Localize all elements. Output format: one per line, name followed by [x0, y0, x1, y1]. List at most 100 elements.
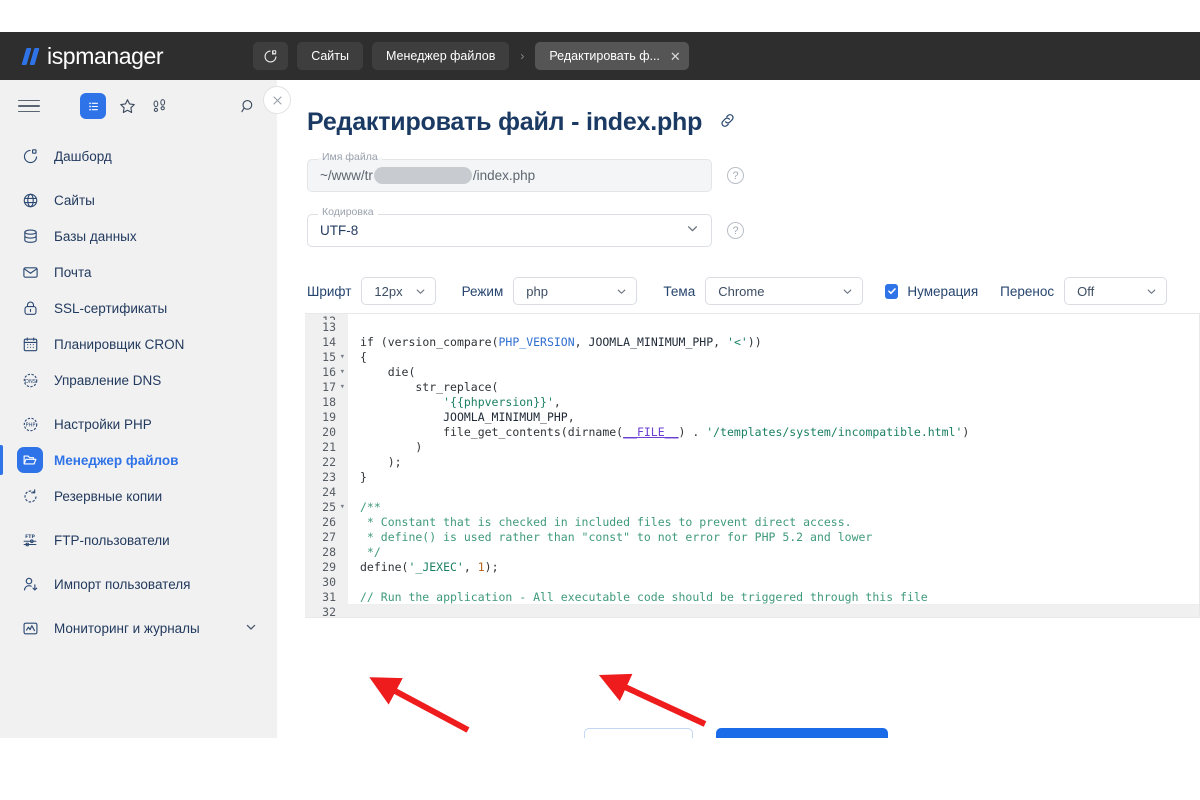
line-number: 32 [305, 605, 348, 617]
font-size-select[interactable]: 12px [361, 277, 436, 305]
encoding-help-icon[interactable]: ? [727, 222, 744, 239]
filename-field-row: Имя файла ~/www/tr /index.php ? [307, 152, 1200, 192]
line-source [348, 320, 360, 335]
sidebar-item-ftp-users[interactable]: FTP FTP-пользователи [0, 522, 277, 558]
editor-line: 15 ▾ { [305, 350, 1199, 365]
editor-line: 17 ▾ str_replace( [305, 380, 1199, 395]
link-icon[interactable] [718, 111, 737, 135]
editor-line: 24 [305, 485, 1199, 500]
filename-prefix: ~/www/tr [320, 168, 373, 183]
filename-help-icon[interactable]: ? [727, 167, 744, 184]
sidebar-item-monitoring[interactable]: Мониторинг и журналы [0, 610, 277, 646]
top-tab-sites[interactable]: Сайты [297, 42, 363, 70]
wrap-select[interactable]: Off [1064, 277, 1167, 305]
sidebar-item-databases[interactable]: Базы данных [0, 218, 277, 254]
sidebar-item-dns[interactable]: DNS Управление DNS [0, 362, 277, 398]
close-panel-button[interactable] [263, 86, 291, 114]
sidebar-menu: Дашборд Сайты Базы данных Почта SSL-серт… [0, 138, 277, 646]
editor-line: 18 '{{phpversion}}', [305, 395, 1199, 410]
editor-code-area[interactable]: 121314if (version_compare(PHP_VERSION, J… [305, 314, 1199, 617]
line-source: if (version_compare(PHP_VERSION, JOOMLA_… [360, 335, 762, 349]
fold-toggle-icon[interactable]: ▾ [340, 500, 345, 515]
line-number: 20 [305, 425, 348, 440]
editor-toolbar: Шрифт 12px Режим php Тема Chrome Нумерац… [307, 277, 1167, 305]
page-header: Редактировать файл - index.php [307, 108, 1200, 137]
line-number: 31 [305, 590, 348, 605]
chevron-down-icon [604, 286, 627, 297]
dashboard-tab-button[interactable] [253, 42, 289, 70]
sidebar-item-label: Настройки PHP [54, 416, 152, 432]
editor-line: 29 define('_JEXEC', 1); [305, 560, 1199, 575]
top-tab-file-manager[interactable]: Менеджер файлов [372, 42, 510, 70]
logo-slashes-icon [21, 47, 43, 65]
sidebar-item-label: SSL-сертификаты [54, 300, 168, 316]
line-source: '{{phpversion}}', [443, 395, 561, 409]
sidebar-item-sites[interactable]: Сайты [0, 182, 277, 218]
top-navigation: Сайты Менеджер файлов › Редактировать ф.… [253, 42, 689, 70]
line-source: { [360, 350, 367, 364]
sidebar: Дашборд Сайты Базы данных Почта SSL-серт… [0, 80, 277, 738]
star-icon[interactable] [116, 95, 138, 117]
mode-label: Режим [461, 283, 504, 299]
theme-label: Тема [663, 283, 696, 299]
redacted-mask [373, 167, 472, 184]
font-size-value: 12px [374, 283, 403, 299]
sidebar-item-label: Почта [54, 264, 92, 280]
line-source: die( [360, 365, 416, 379]
fold-toggle-icon[interactable]: ▾ [340, 380, 345, 395]
line-source: } [360, 470, 367, 484]
line-source: /** [360, 500, 381, 514]
line-number: 19 [305, 410, 348, 425]
sidebar-item-cron[interactable]: Планировщик CRON [0, 326, 277, 362]
sidebar-item-label: FTP-пользователи [54, 532, 170, 548]
monitoring-icon [17, 620, 43, 637]
sidebar-item-mail[interactable]: Почта [0, 254, 277, 290]
line-numbering-checkbox[interactable] [885, 283, 899, 299]
editor-line: 22 ); [305, 455, 1199, 470]
theme-value: Chrome [718, 283, 765, 299]
hamburger-menu-icon[interactable] [18, 99, 40, 113]
footsteps-icon[interactable] [148, 95, 170, 117]
editor-line: 28 */ [305, 545, 1199, 560]
line-number: 28 [305, 545, 348, 560]
top-tab-edit-file-label: Редактировать ф... [549, 49, 660, 63]
code-editor[interactable]: 121314if (version_compare(PHP_VERSION, J… [305, 313, 1200, 618]
sidebar-toolbar [0, 80, 277, 132]
dns-icon: DNS [17, 372, 43, 389]
search-icon[interactable] [237, 95, 259, 117]
encoding-select[interactable]: Кодировка UTF-8 [307, 207, 712, 247]
app-logo[interactable]: ispmanager [21, 43, 164, 70]
chevron-down-icon[interactable] [245, 621, 257, 636]
encoding-field-row: Кодировка UTF-8 ? [307, 207, 1200, 247]
svg-text:DNS: DNS [25, 378, 36, 384]
sidebar-item-file-manager[interactable]: Менеджер файлов [0, 442, 277, 478]
mail-icon [17, 264, 43, 281]
theme-select[interactable]: Chrome [705, 277, 864, 305]
sidebar-quick-icons [80, 93, 170, 119]
pie-chart-icon [263, 49, 278, 64]
mode-select[interactable]: php [513, 277, 638, 305]
sidebar-item-ssl[interactable]: SSL-сертификаты [0, 290, 277, 326]
sidebar-item-php-settings[interactable]: PHP Настройки PHP [0, 406, 277, 442]
folder-icon [17, 447, 43, 473]
editor-line: 23} [305, 470, 1199, 485]
line-number: 23 [305, 470, 348, 485]
editor-horizontal-scrollbar[interactable] [348, 604, 1199, 617]
fold-toggle-icon[interactable]: ▾ [340, 350, 345, 365]
line-number: 22 [305, 455, 348, 470]
user-import-icon [17, 576, 43, 593]
sidebar-item-backups[interactable]: Резервные копии [0, 478, 277, 514]
list-icon[interactable] [80, 93, 106, 119]
top-tab-edit-file[interactable]: Редактировать ф... ✕ [535, 42, 689, 70]
line-number: 13 [305, 320, 348, 335]
svg-text:FTP: FTP [25, 534, 35, 540]
close-icon[interactable]: ✕ [670, 50, 681, 63]
sidebar-item-user-import[interactable]: Импорт пользователя [0, 566, 277, 602]
wrap-label: Перенос [1000, 283, 1055, 299]
line-source: file_get_contents(dirname(__FILE__) . '/… [360, 425, 970, 439]
fold-toggle-icon[interactable]: ▾ [340, 365, 345, 380]
line-number: 16 ▾ [305, 365, 348, 380]
sidebar-item-dashboard[interactable]: Дашборд [0, 138, 277, 174]
line-number: 14 [305, 335, 348, 350]
editor-line: 31 // Run the application - All executabl… [305, 590, 1199, 605]
